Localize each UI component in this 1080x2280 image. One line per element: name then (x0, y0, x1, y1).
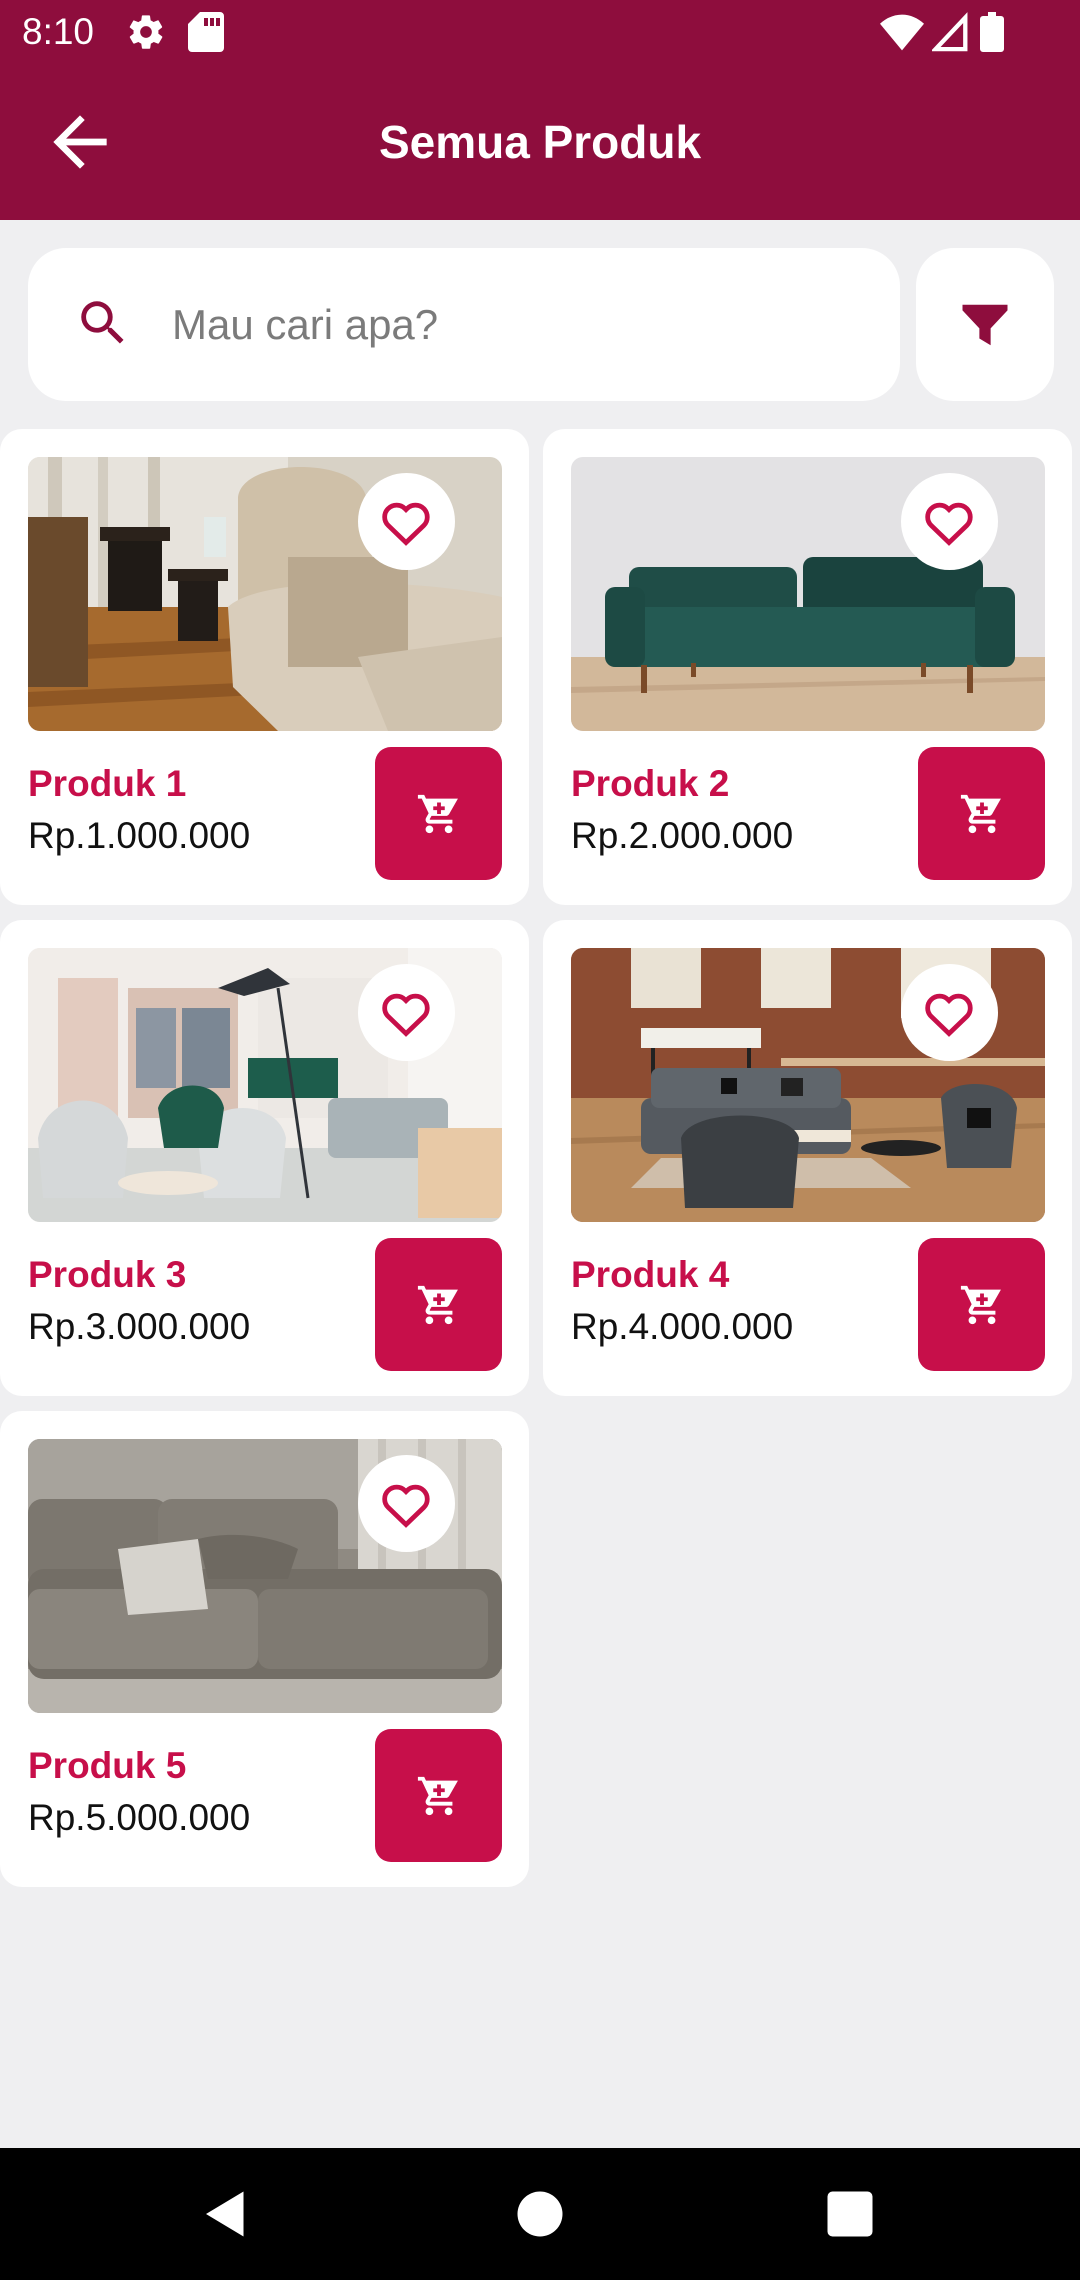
cart-icon (417, 1776, 458, 1816)
product-name: Produk 2 (571, 763, 730, 804)
product-name: Produk 4 (571, 1254, 730, 1295)
favorite-button[interactable] (358, 1455, 455, 1552)
add-to-cart-button[interactable] (375, 747, 502, 880)
nav-home-button[interactable] (510, 2184, 570, 2244)
favorite-button[interactable] (901, 473, 998, 570)
add-to-cart-button[interactable] (918, 747, 1045, 880)
app-bar: Semua Produk (0, 64, 1080, 220)
product-card[interactable]: Produk 1 Rp.1.000.000 (0, 429, 529, 905)
add-to-cart-button[interactable] (918, 1238, 1045, 1371)
recents-square-icon (827, 2191, 873, 2237)
add-to-cart-button[interactable] (375, 1729, 502, 1862)
nav-back-button[interactable] (196, 2184, 256, 2244)
signal-icon (930, 12, 968, 57)
heart-outline-icon (925, 993, 973, 1037)
heart-outline-icon (925, 502, 973, 546)
favorite-button[interactable] (901, 964, 998, 1061)
product-name: Produk 1 (28, 763, 187, 804)
cart-icon (960, 794, 1001, 834)
product-name: Produk 5 (28, 1745, 187, 1786)
product-price: Rp.4.000.000 (571, 1306, 794, 1347)
page-title: Semua Produk (378, 116, 702, 168)
product-card[interactable]: Produk 3 Rp.3.000.000 (0, 920, 529, 1396)
search-icon[interactable] (74, 294, 132, 352)
wifi-icon (880, 12, 924, 57)
settings-icon (126, 12, 166, 57)
heart-outline-icon (382, 993, 430, 1037)
battery-icon (980, 12, 1004, 57)
product-price: Rp.2.000.000 (571, 815, 794, 856)
back-triangle-icon (206, 2191, 244, 2237)
product-price: Rp.5.000.000 (28, 1797, 251, 1838)
cart-icon (417, 1285, 458, 1325)
filter-icon (962, 304, 1008, 346)
status-bar: 8:10 (0, 0, 1080, 64)
product-card[interactable]: Produk 2 Rp.2.000.000 (543, 429, 1072, 905)
favorite-button[interactable] (358, 964, 455, 1061)
system-navigation-bar (0, 2148, 1080, 2280)
favorite-button[interactable] (358, 473, 455, 570)
search-bar[interactable] (28, 248, 900, 401)
product-price: Rp.3.000.000 (28, 1306, 251, 1347)
status-time: 8:10 (22, 11, 95, 52)
add-to-cart-button[interactable] (375, 1238, 502, 1371)
filter-button[interactable] (916, 248, 1054, 401)
product-card[interactable]: Produk 5 Rp.5.000.000 (0, 1411, 529, 1887)
cart-icon (960, 1285, 1001, 1325)
nav-recents-button[interactable] (820, 2184, 880, 2244)
heart-outline-icon (382, 1484, 430, 1528)
cart-icon (417, 794, 458, 834)
product-price: Rp.1.000.000 (28, 815, 251, 856)
product-card[interactable]: Produk 4 Rp.4.000.000 (543, 920, 1072, 1396)
sd-card-icon (188, 12, 224, 57)
heart-outline-icon (382, 502, 430, 546)
home-circle-icon (517, 2191, 563, 2237)
search-input[interactable] (170, 288, 874, 362)
product-name: Produk 3 (28, 1254, 187, 1295)
